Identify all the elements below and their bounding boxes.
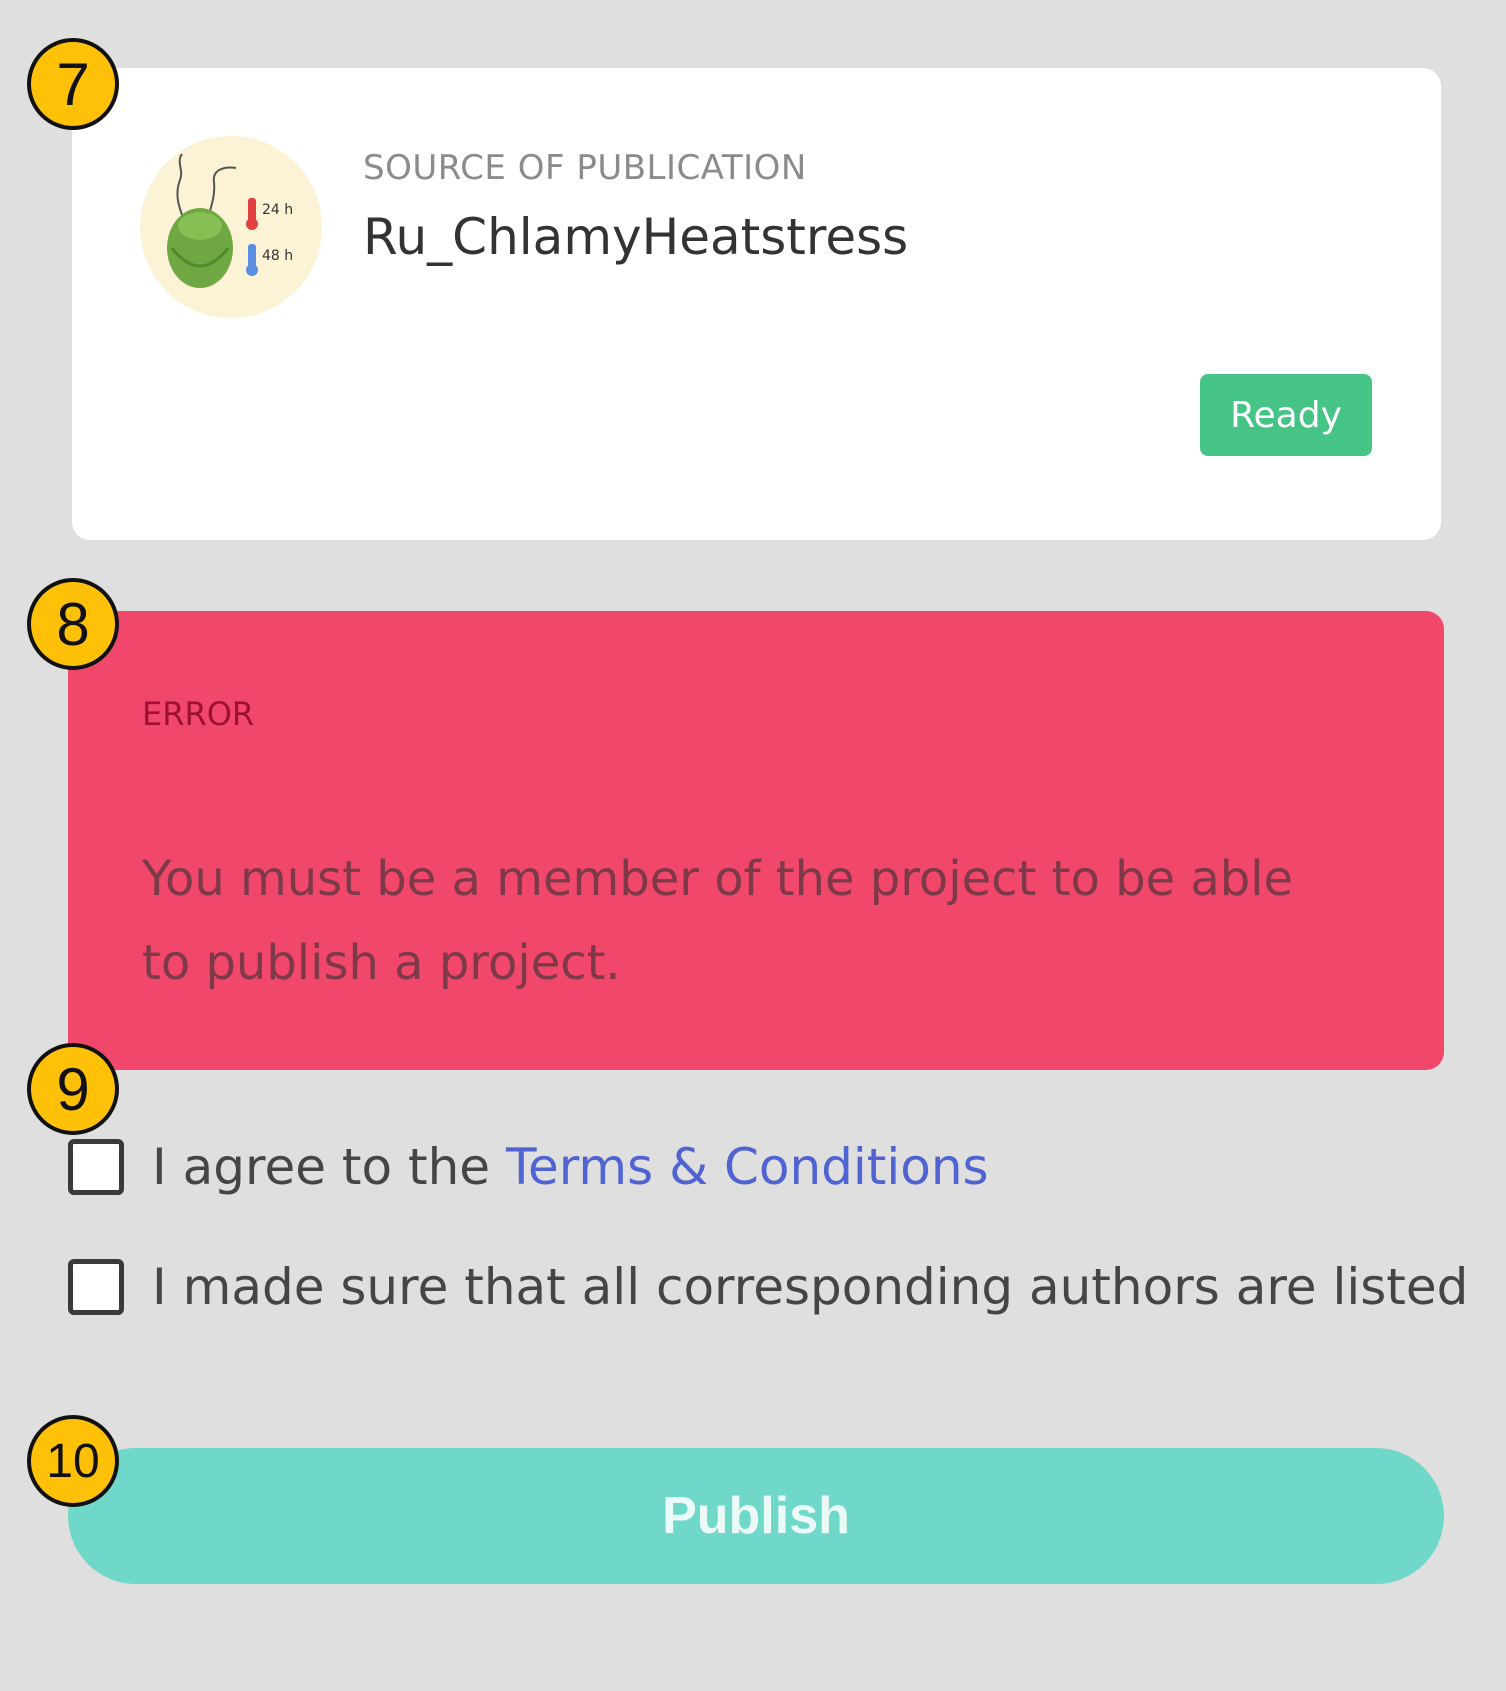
step-marker-7: 7 (27, 38, 119, 130)
terms-prefix-text: I agree to the (152, 1138, 506, 1196)
status-badge: Ready (1200, 374, 1372, 456)
step-marker-10: 10 (27, 1415, 119, 1507)
step-marker-8: 8 (27, 578, 119, 670)
algae-cell-icon: 24 h 48 h (167, 153, 293, 288)
publish-button[interactable]: Publish (68, 1448, 1444, 1584)
authors-checkbox-label: I made sure that all corresponding autho… (152, 1258, 1469, 1316)
step-marker-9: 9 (27, 1043, 119, 1135)
source-project-name[interactable]: Ru_ChlamyHeatstress (363, 208, 908, 266)
error-message: You must be a member of the project to b… (142, 851, 1294, 991)
terms-conditions-link[interactable]: Terms & Conditions (506, 1138, 989, 1196)
thumbnail-label-24h: 24 h (262, 202, 293, 218)
error-alert: ERROR You must be a member of the projec… (68, 611, 1444, 1070)
project-thumbnail: 24 h 48 h (140, 136, 322, 318)
terms-checkbox-row: I agree to the Terms & Conditions (68, 1138, 989, 1196)
authors-checkbox[interactable] (68, 1259, 124, 1315)
authors-checkbox-row: I made sure that all corresponding autho… (68, 1258, 1468, 1316)
source-card: 24 h 48 h SOURCE OF PUBLICATION Ru_Chlam… (72, 68, 1441, 540)
error-title: ERROR (142, 695, 255, 733)
thumbnail-label-48h: 48 h (262, 248, 293, 264)
terms-checkbox[interactable] (68, 1139, 124, 1195)
terms-checkbox-label: I agree to the Terms & Conditions (152, 1138, 989, 1196)
source-label: SOURCE OF PUBLICATION (363, 148, 807, 188)
